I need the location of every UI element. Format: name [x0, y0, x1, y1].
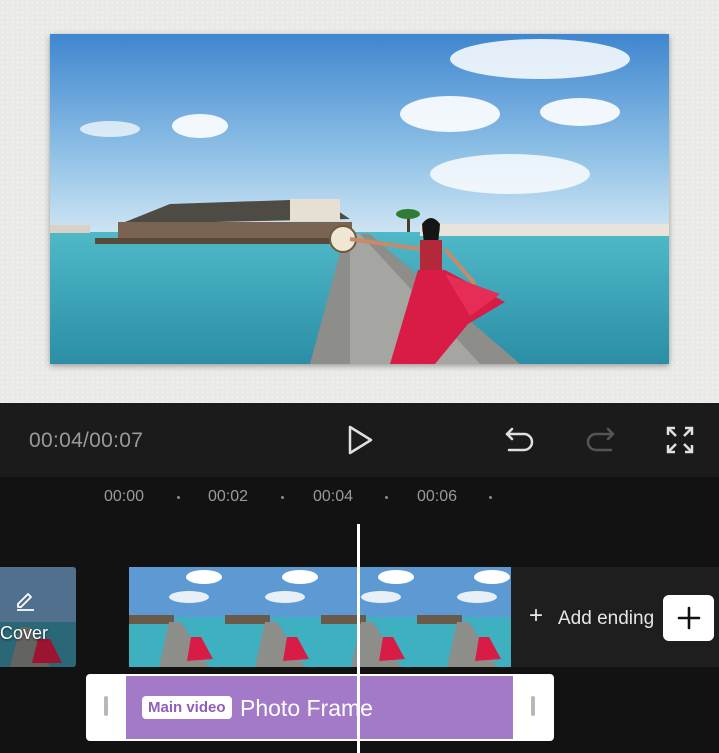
- main-video-track[interactable]: Main video Photo Frame: [86, 674, 554, 741]
- cover-label: Cover: [0, 623, 49, 643]
- video-thumbnail: [225, 567, 321, 667]
- ruler-dot: [177, 496, 180, 499]
- add-ending-label: Add ending: [558, 608, 655, 629]
- undo-button[interactable]: [500, 420, 540, 460]
- redo-icon: [586, 427, 615, 452]
- video-thumbnail: [129, 567, 225, 667]
- video-preview[interactable]: [50, 34, 669, 364]
- fullscreen-icon: [666, 426, 694, 454]
- track-clip[interactable]: Main video Photo Frame: [126, 676, 513, 739]
- player-controls: 00:04/00:07: [0, 403, 719, 477]
- timecode: 00:04/00:07: [29, 429, 144, 452]
- trim-handle-right[interactable]: [531, 696, 535, 716]
- ruler-label-2: 00:04: [313, 488, 354, 505]
- trim-handle-left[interactable]: [104, 696, 108, 716]
- undo-icon: [505, 427, 534, 452]
- video-track[interactable]: [129, 567, 511, 667]
- plus-icon: [677, 606, 700, 630]
- playhead[interactable]: [357, 524, 360, 753]
- pencil-icon: [17, 593, 34, 611]
- ruler-dot: [281, 496, 284, 499]
- play-button[interactable]: [340, 420, 380, 460]
- fullscreen-button[interactable]: [660, 420, 700, 460]
- plus-icon: +: [529, 602, 544, 629]
- timeline[interactable]: 00:00 00:02 00:04 00:06 Cover + Add endi…: [0, 477, 719, 753]
- main-video-badge: Main video: [142, 696, 232, 719]
- cover-thumbnail: [0, 567, 76, 667]
- ruler-dot: [385, 496, 388, 499]
- play-icon: [348, 425, 373, 455]
- video-thumbnail: [321, 567, 417, 667]
- ruler-label-3: 00:06: [417, 488, 458, 505]
- add-clip-button[interactable]: [663, 595, 714, 641]
- redo-button[interactable]: [580, 420, 620, 460]
- ruler-label-0: 00:00: [104, 488, 145, 505]
- ruler-dot: [489, 496, 492, 499]
- preview-image: [50, 34, 669, 364]
- ruler-label-1: 00:02: [208, 488, 249, 505]
- cover-button[interactable]: Cover: [0, 567, 76, 667]
- preview-area: [0, 0, 719, 403]
- track-title: Photo Frame: [240, 695, 373, 721]
- video-thumbnail: [417, 567, 511, 667]
